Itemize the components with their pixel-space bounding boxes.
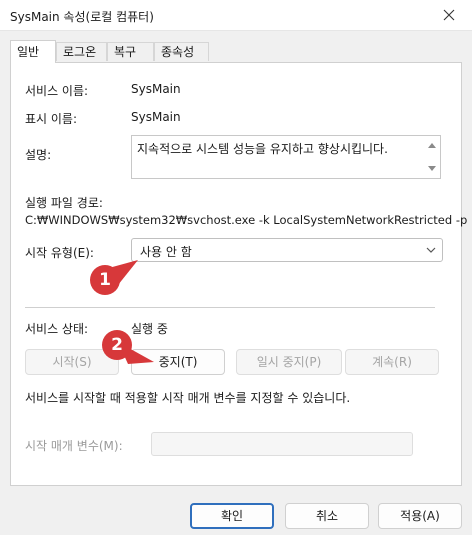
exe-path-label: 실행 파일 경로: [25,196,103,210]
chevron-down-icon [426,247,436,253]
description-scrollbar[interactable] [424,136,440,178]
pause-button[interactable]: 일시 중지(P) [236,349,342,375]
window-title: SysMain 속성(로컬 컴퓨터) [10,10,154,24]
scroll-up-icon[interactable] [428,142,436,148]
cancel-button[interactable]: 취소 [285,503,369,529]
startup-type-select[interactable]: 사용 안 함 [131,238,443,262]
close-button[interactable] [426,0,472,30]
tab-general[interactable]: 일반 [10,40,56,63]
tab-recovery[interactable]: 복구 [107,42,154,61]
display-name-label: 표시 이름: [25,112,78,126]
description-box[interactable]: 지속적으로 시스템 성능을 유지하고 향상시킵니다. [131,135,441,179]
service-name-value: SysMain [131,82,181,96]
annotation-badge-2: 2 [102,330,132,360]
resume-button[interactable]: 계속(R) [345,349,439,375]
title-bar: SysMain 속성(로컬 컴퓨터) [0,0,472,31]
description-text: 지속적으로 시스템 성능을 유지하고 향상시킵니다. [137,142,388,156]
startup-type-value: 사용 안 함 [140,245,192,259]
tab-logon[interactable]: 로그온 [56,42,107,61]
service-name-label: 서비스 이름: [25,84,89,98]
close-icon [443,9,455,21]
ok-button[interactable]: 확인 [190,503,274,529]
divider [25,307,435,308]
start-params-hint: 서비스를 시작할 때 적용할 시작 매개 변수를 지정할 수 있습니다. [25,391,351,405]
annotation-badge-1: 1 [90,265,120,295]
apply-button[interactable]: 적용(A) [378,503,462,529]
display-name-value: SysMain [131,110,181,124]
service-status-label: 서비스 상태: [25,322,89,336]
description-label: 설명: [25,148,52,162]
tab-dependencies[interactable]: 종속성 [154,42,209,61]
startup-type-label: 시작 유형(E): [25,246,94,260]
start-params-label: 시작 매개 변수(M): [25,439,123,453]
start-params-input[interactable] [151,432,413,456]
scroll-down-icon[interactable] [428,166,436,172]
general-panel: 서비스 이름: SysMain 표시 이름: SysMain 설명: 지속적으로… [10,62,467,486]
exe-path-value: C:₩WINDOWS₩system32₩svchost.exe -k Local… [25,213,468,227]
